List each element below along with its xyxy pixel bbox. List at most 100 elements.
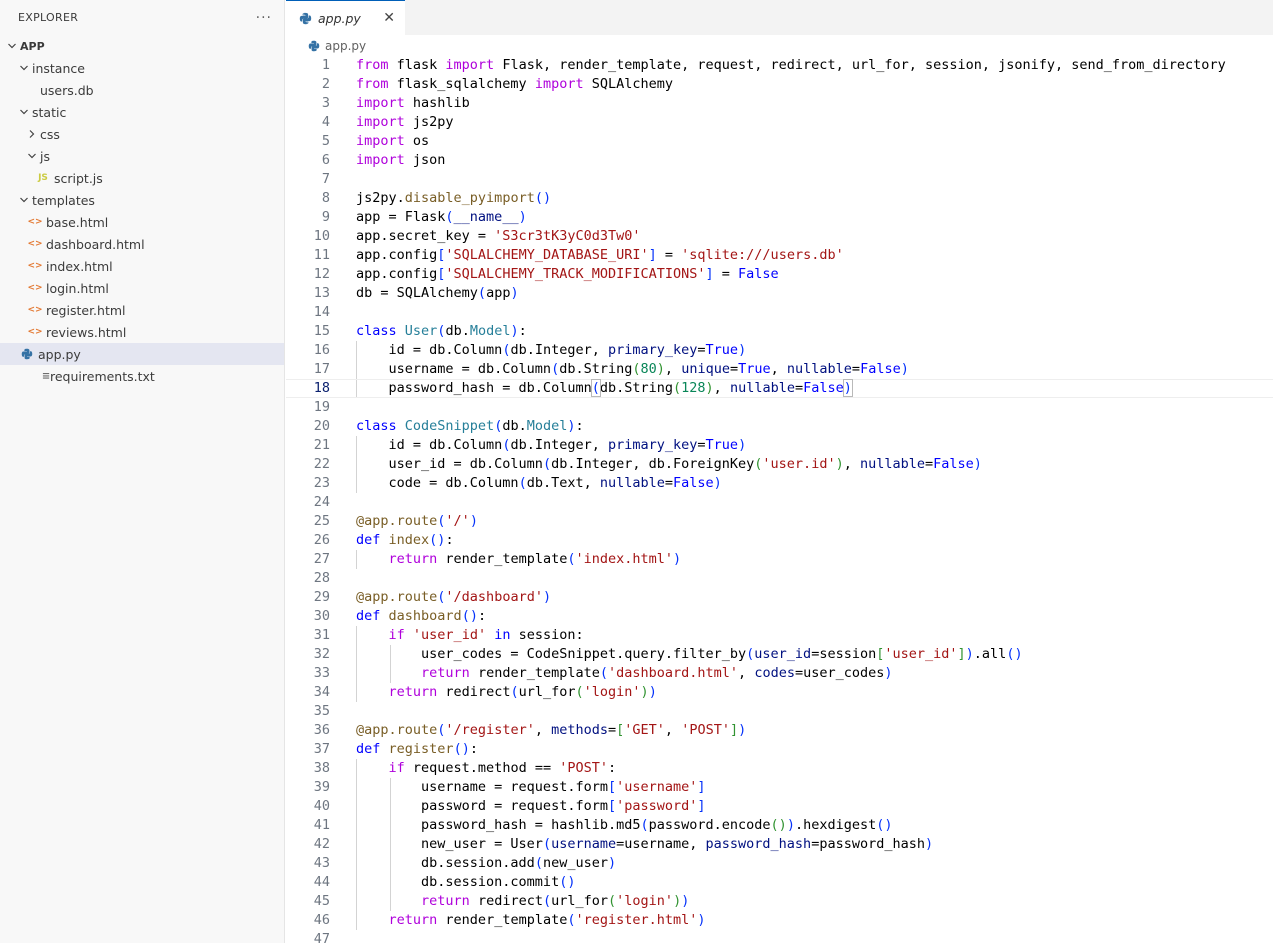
code-line[interactable]: 10 app.secret_key = 'S3cr3tK3yC0d3Tw0' <box>286 227 1273 246</box>
tree-item-app[interactable]: APP <box>0 35 284 57</box>
code-line[interactable]: 4 import js2py <box>286 113 1273 132</box>
tree-item-script-js[interactable]: JS script.js <box>0 167 284 189</box>
tree-item-js[interactable]: js <box>0 145 284 167</box>
code-line[interactable]: 25 @app.route('/') <box>286 512 1273 531</box>
code-line[interactable]: 26 def index(): <box>286 531 1273 550</box>
indent-guide <box>356 664 357 683</box>
code-line[interactable]: 39 username = request.form['username'] <box>286 778 1273 797</box>
code-line[interactable]: 24 <box>286 493 1273 512</box>
code-line[interactable]: 11 app.config['SQLALCHEMY_DATABASE_URI'] … <box>286 246 1273 265</box>
line-number: 39 <box>313 779 330 795</box>
tree-item-label: instance <box>32 60 85 76</box>
close-icon[interactable]: ✕ <box>383 10 395 26</box>
tree-item-templates[interactable]: templates <box>0 189 284 211</box>
code-text: password_hash = db.Column(db.String(128)… <box>356 379 853 397</box>
tree-item-label: app.py <box>38 346 81 362</box>
chevron-down-icon[interactable] <box>16 107 32 117</box>
tree-item-base-html[interactable]: <> base.html <box>0 211 284 233</box>
code-line[interactable]: 46 return render_template('register.html… <box>286 911 1273 930</box>
html-file-icon: <> <box>27 305 43 315</box>
chevron-down-icon[interactable] <box>16 63 32 73</box>
tree-item-reviews-html[interactable]: <> reviews.html <box>0 321 284 343</box>
code-line[interactable]: 32 user_codes = CodeSnippet.query.filter… <box>286 645 1273 664</box>
code-line[interactable]: 35 <box>286 702 1273 721</box>
indent-guide <box>356 380 357 397</box>
code-text: username = db.Column(db.String(80), uniq… <box>356 360 909 379</box>
tree-item-index-html[interactable]: <> index.html <box>0 255 284 277</box>
code-line[interactable]: 36 @app.route('/register', methods=['GET'… <box>286 721 1273 740</box>
code-line[interactable]: 13 db = SQLAlchemy(app) <box>286 284 1273 303</box>
indent-guide <box>389 854 391 873</box>
code-line[interactable]: 47 <box>286 930 1273 943</box>
code-text: import json <box>356 152 446 168</box>
code-line[interactable]: 41 password_hash = hashlib.md5(password.… <box>286 816 1273 835</box>
code-line[interactable]: 21 id = db.Column(db.Integer, primary_ke… <box>286 436 1273 455</box>
explorer-header: EXPLORER ··· <box>0 0 284 35</box>
code-text: import os <box>356 133 430 149</box>
code-line[interactable]: 9 app = Flask(__name__) <box>286 208 1273 227</box>
code-line[interactable]: 38 if request.method == 'POST': <box>286 759 1273 778</box>
code-line[interactable]: 18 password_hash = db.Column(db.String(1… <box>286 379 1273 398</box>
text-file-icon: ≡ <box>41 370 51 382</box>
editor-area: app.py ✕ app.py 1 from flask import Flask… <box>286 0 1273 943</box>
more-actions-icon[interactable]: ··· <box>256 11 272 25</box>
code-line[interactable]: 29 @app.route('/dashboard') <box>286 588 1273 607</box>
line-number: 24 <box>313 494 330 510</box>
code-line[interactable]: 28 <box>286 569 1273 588</box>
code-line[interactable]: 8 js2py.disable_pyimport() <box>286 189 1273 208</box>
html-file-icon: <> <box>27 239 43 249</box>
code-line[interactable]: 6 import json <box>286 151 1273 170</box>
code-text: username = request.form['username'] <box>356 778 706 797</box>
code-line[interactable]: 31 if 'user_id' in session: <box>286 626 1273 645</box>
tree-item-register-html[interactable]: <> register.html <box>0 299 284 321</box>
code-line[interactable]: 30 def dashboard(): <box>286 607 1273 626</box>
tree-item-instance[interactable]: instance <box>0 57 284 79</box>
code-line[interactable]: 3 import hashlib <box>286 94 1273 113</box>
code-line[interactable]: 22 user_id = db.Column(db.Integer, db.Fo… <box>286 455 1273 474</box>
code-line[interactable]: 40 password = request.form['password'] <box>286 797 1273 816</box>
code-line[interactable]: 37 def register(): <box>286 740 1273 759</box>
tree-item-app-py[interactable]: app.py <box>0 343 284 365</box>
code-line[interactable]: 33 return render_template('dashboard.htm… <box>286 664 1273 683</box>
code-line[interactable]: 44 db.session.commit() <box>286 873 1273 892</box>
code-line[interactable]: 43 db.session.add(new_user) <box>286 854 1273 873</box>
code-line[interactable]: 12 app.config['SQLALCHEMY_TRACK_MODIFICAT… <box>286 265 1273 284</box>
breadcrumb-file[interactable]: app.py <box>325 39 366 53</box>
code-line[interactable]: 14 <box>286 303 1273 322</box>
code-line[interactable]: 2 from flask_sqlalchemy import SQLAlchemy <box>286 75 1273 94</box>
code-text: return redirect(url_for('login')) <box>330 683 657 702</box>
code-line[interactable]: 17 username = db.Column(db.String(80), u… <box>286 360 1273 379</box>
tree-item-login-html[interactable]: <> login.html <box>0 277 284 299</box>
line-number: 46 <box>313 912 330 928</box>
chevron-down-icon[interactable] <box>24 151 40 161</box>
tree-item-static[interactable]: static <box>0 101 284 123</box>
code-line[interactable]: 7 <box>286 170 1273 189</box>
code-line[interactable]: 23 code = db.Column(db.Text, nullable=Fa… <box>286 474 1273 493</box>
code-line[interactable]: 27 return render_template('index.html') <box>286 550 1273 569</box>
chevron-right-icon[interactable] <box>24 129 40 139</box>
tree-item-users-db[interactable]: users.db <box>0 79 284 101</box>
code-line[interactable]: 45 return redirect(url_for('login')) <box>286 892 1273 911</box>
tree-item-label: dashboard.html <box>46 236 145 252</box>
code-line[interactable]: 42 new_user = User(username=username, pa… <box>286 835 1273 854</box>
code-editor[interactable]: 1 from flask import Flask, render_templat… <box>286 56 1273 943</box>
code-line[interactable]: 5 import os <box>286 132 1273 151</box>
line-number: 11 <box>313 247 330 263</box>
indent-guide <box>356 816 357 835</box>
tree-item-dashboard-html[interactable]: <> dashboard.html <box>0 233 284 255</box>
line-number: 22 <box>313 456 330 472</box>
line-number: 33 <box>313 665 330 681</box>
code-line[interactable]: 16 id = db.Column(db.Integer, primary_ke… <box>286 341 1273 360</box>
tab-app-py[interactable]: app.py ✕ <box>286 0 405 35</box>
chevron-down-icon[interactable] <box>16 195 32 205</box>
line-number: 4 <box>321 114 330 130</box>
tree-item-requirements-txt[interactable]: ≡ requirements.txt <box>0 365 284 387</box>
code-line[interactable]: 15 class User(db.Model): <box>286 322 1273 341</box>
code-line[interactable]: 34 return redirect(url_for('login')) <box>286 683 1273 702</box>
tree-item-css[interactable]: css <box>0 123 284 145</box>
code-line[interactable]: 19 <box>286 398 1273 417</box>
code-line[interactable]: 20 class CodeSnippet(db.Model): <box>286 417 1273 436</box>
code-line[interactable]: 1 from flask import Flask, render_templat… <box>286 56 1273 75</box>
chevron-down-icon[interactable] <box>4 41 20 51</box>
